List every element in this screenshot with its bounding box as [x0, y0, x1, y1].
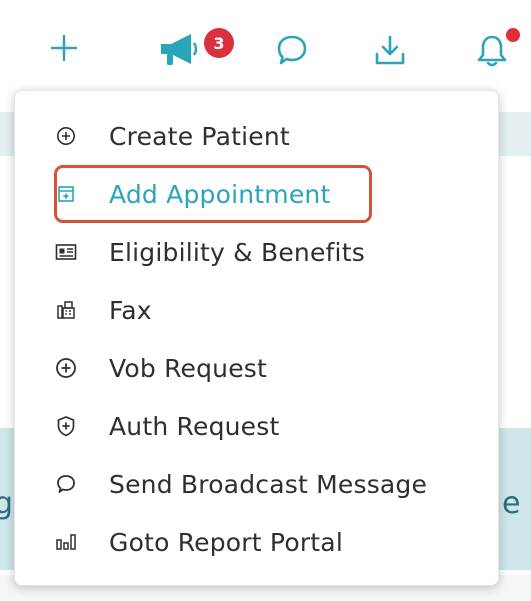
chat-bubble-icon [277, 35, 307, 65]
menu-item-label: Vob Request [109, 353, 268, 383]
menu-item-eligibility-benefits[interactable]: Eligibility & Benefits [53, 230, 493, 274]
bell-icon [477, 35, 507, 67]
menu-item-send-broadcast-message[interactable]: Send Broadcast Message [53, 462, 493, 506]
announcement-count-badge: 3 [204, 28, 234, 58]
bar-chart-icon [53, 529, 79, 555]
shield-plus-icon [53, 413, 79, 439]
menu-item-fax[interactable]: Fax [53, 288, 493, 332]
menu-item-label: Add Appointment [109, 179, 331, 209]
messages-button[interactable] [272, 30, 312, 70]
menu-item-create-patient[interactable]: Create Patient [53, 114, 493, 158]
menu-item-auth-request[interactable]: Auth Request [53, 404, 493, 448]
menu-item-add-appointment[interactable]: Add Appointment [53, 172, 493, 216]
banner-text-right: e W [502, 486, 531, 521]
calendar-add-icon [53, 181, 79, 207]
menu-item-label: Eligibility & Benefits [109, 237, 365, 267]
menu-item-label: Goto Report Portal [109, 527, 343, 557]
create-button[interactable] [46, 30, 82, 66]
create-menu: Create Patient Add Appointment Eligibili… [14, 90, 499, 586]
announcements-button[interactable] [156, 28, 206, 70]
fax-icon [53, 297, 79, 323]
chat-bubble-icon [53, 471, 79, 497]
menu-item-goto-report-portal[interactable]: Goto Report Portal [53, 520, 493, 564]
menu-item-label: Fax [109, 295, 152, 325]
menu-item-vob-request[interactable]: Vob Request [53, 346, 493, 390]
plus-circle-icon [53, 355, 79, 381]
plus-icon [50, 34, 78, 62]
menu-item-label: Send Broadcast Message [109, 469, 428, 499]
megaphone-icon [161, 34, 198, 65]
download-button[interactable] [370, 30, 410, 70]
menu-item-label: Auth Request [109, 411, 280, 441]
banner-text-left: g [0, 486, 14, 521]
notification-dot [506, 28, 520, 42]
plus-circle-icon [53, 123, 79, 149]
top-toolbar: 3 [0, 0, 531, 95]
menu-item-label: Create Patient [109, 121, 290, 151]
id-card-icon [53, 239, 79, 265]
download-icon [375, 35, 405, 65]
